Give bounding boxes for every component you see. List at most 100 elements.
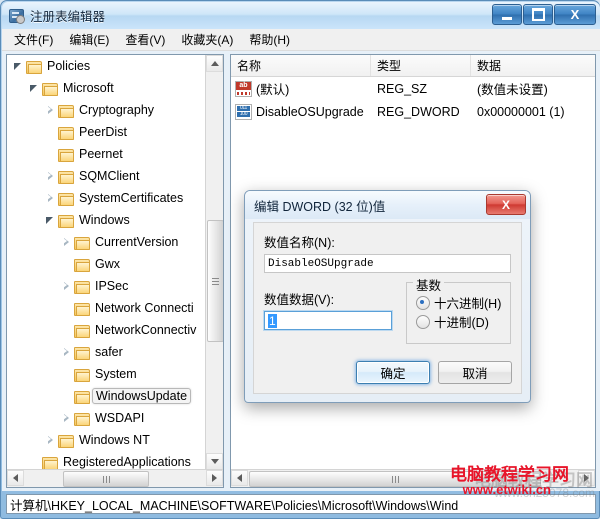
collapse-triangle-icon[interactable]: [61, 237, 72, 248]
column-header-data[interactable]: 数据: [471, 55, 595, 76]
table-row[interactable]: 011 100 DisableOSUpgrade REG_DWORD 0x0000…: [231, 100, 595, 123]
expand-triangle-icon[interactable]: [45, 215, 56, 226]
tree-horizontal-scroll-thumb[interactable]: [63, 471, 149, 487]
value-data-input[interactable]: 1: [263, 310, 393, 331]
cancel-button[interactable]: 取消: [438, 361, 512, 384]
folder-icon: [58, 148, 74, 162]
table-row[interactable]: ab (默认) REG_SZ (数值未设置): [231, 77, 595, 100]
value-type-cell: REG_DWORD: [377, 104, 460, 119]
tree-horizontal-scrollbar[interactable]: [7, 469, 223, 487]
values-scroll-left-button[interactable]: [231, 470, 248, 486]
grip-icon: [102, 475, 110, 483]
tree-item-label: Policies: [47, 59, 91, 73]
collapse-triangle-icon[interactable]: [45, 105, 56, 116]
minimize-button[interactable]: [492, 4, 522, 25]
tree-item-ipsec[interactable]: IPSec: [7, 275, 207, 297]
collapse-triangle-icon[interactable]: [45, 435, 56, 446]
tree-item-windows[interactable]: Windows: [7, 209, 207, 231]
chevron-right-icon: [212, 474, 217, 482]
values-column-headers: 名称 类型 数据: [231, 55, 595, 77]
tree-vertical-scrollbar[interactable]: [205, 55, 223, 470]
tree-item-windows-nt[interactable]: Windows NT: [7, 429, 207, 451]
radio-unselected-icon: [416, 314, 430, 329]
radio-decimal[interactable]: 十进制(D): [416, 312, 510, 331]
folder-icon: [58, 104, 74, 118]
tree-item-peerdist[interactable]: PeerDist: [7, 121, 207, 143]
values-horizontal-scrollbar[interactable]: [231, 469, 595, 487]
tree-vertical-scroll-thumb[interactable]: [207, 220, 223, 342]
registry-editor-window: 注册表编辑器 X 文件(F) 编辑(E) 查看(V) 收藏夹(A) 帮助(H) …: [0, 0, 600, 519]
tree-item-gwx[interactable]: Gwx: [7, 253, 207, 275]
radio-decimal-label: 十进制(D): [434, 316, 489, 330]
tree-item-label: Cryptography: [79, 103, 155, 117]
value-name-input[interactable]: DisableOSUpgrade: [264, 254, 511, 273]
dialog-titlebar[interactable]: 编辑 DWORD (32 位)值 X: [245, 191, 530, 219]
tree-scroll-up-button[interactable]: [206, 55, 223, 72]
tree-item-label: System: [95, 367, 137, 381]
dialog-buttons: 确定 取消: [356, 361, 512, 384]
tree-item-label: WSDAPI: [95, 411, 145, 425]
tree-scroll-down-button[interactable]: [206, 453, 223, 470]
tree-item-safer[interactable]: safer: [7, 341, 207, 363]
collapse-triangle-icon[interactable]: [61, 281, 72, 292]
collapse-triangle-icon[interactable]: [45, 171, 56, 182]
value-name-text: DisableOSUpgrade: [256, 104, 364, 119]
tree-item-label: Windows: [79, 213, 130, 227]
values-scroll-right-button[interactable]: [578, 470, 595, 486]
column-header-type[interactable]: 类型: [371, 55, 471, 76]
tree-scroll-right-button[interactable]: [206, 470, 223, 486]
tree-item-sqmclient[interactable]: SQMClient: [7, 165, 207, 187]
folder-icon: [74, 302, 90, 316]
tree-item-windowsupdate[interactable]: WindowsUpdate: [7, 385, 207, 407]
tree-item-network-connecti[interactable]: Network Connecti: [7, 297, 207, 319]
menu-file[interactable]: 文件(F): [6, 29, 61, 50]
tree-item-cryptography[interactable]: Cryptography: [7, 99, 207, 121]
dialog-close-button[interactable]: X: [486, 194, 526, 215]
registry-tree: Policies Microsoft Cryptography PeerDist Pee…: [7, 55, 207, 472]
tree-item-systemcertificates[interactable]: SystemCertificates: [7, 187, 207, 209]
registry-tree-pane[interactable]: Policies Microsoft Cryptography PeerDist Pee…: [6, 54, 224, 488]
maximize-button[interactable]: [523, 4, 553, 25]
tree-item-system[interactable]: System: [7, 363, 207, 385]
menu-help[interactable]: 帮助(H): [241, 29, 298, 50]
tree-item-currentversion[interactable]: CurrentVersion: [7, 231, 207, 253]
value-data-cell: (数值未设置): [477, 83, 548, 97]
tree-item-microsoft[interactable]: Microsoft: [7, 77, 207, 99]
value-name-label: 数值名称(N):: [264, 236, 335, 250]
value-name-cell: ab (默认): [231, 79, 371, 98]
radio-hexadecimal[interactable]: 十六进制(H): [416, 293, 510, 312]
tree-item-label: IPSec: [95, 279, 129, 293]
tree-item-label: SQMClient: [79, 169, 140, 183]
folder-icon: [74, 258, 90, 272]
tree-item-networkconnectiv[interactable]: NetworkConnectiv: [7, 319, 207, 341]
chevron-left-icon: [13, 474, 18, 482]
values-horizontal-scroll-thumb[interactable]: [249, 471, 541, 487]
collapse-triangle-icon[interactable]: [45, 193, 56, 204]
close-icon: X: [501, 197, 510, 212]
tree-item-label: safer: [95, 345, 123, 359]
menu-edit[interactable]: 编辑(E): [61, 29, 117, 50]
folder-icon: [74, 280, 90, 294]
collapse-triangle-icon[interactable]: [61, 347, 72, 358]
folder-icon: [74, 346, 90, 360]
window-titlebar[interactable]: 注册表编辑器 X: [2, 2, 600, 29]
ok-button[interactable]: 确定: [356, 361, 430, 384]
column-header-name[interactable]: 名称: [231, 55, 371, 76]
tree-scroll-left-button[interactable]: [7, 470, 24, 486]
expand-triangle-icon[interactable]: [29, 83, 40, 94]
tree-item-policies[interactable]: Policies: [7, 55, 207, 77]
tree-item-peernet[interactable]: Peernet: [7, 143, 207, 165]
expand-triangle-icon[interactable]: [13, 61, 24, 72]
menu-favorites[interactable]: 收藏夹(A): [173, 29, 241, 50]
collapse-triangle-icon[interactable]: [61, 413, 72, 424]
tree-item-label: Microsoft: [63, 81, 114, 95]
value-data-cell: 0x00000001 (1): [477, 104, 565, 119]
menu-view[interactable]: 查看(V): [117, 29, 173, 50]
tree-item-wsdapi[interactable]: WSDAPI: [7, 407, 207, 429]
close-button[interactable]: X: [554, 4, 596, 25]
tree-item-label: Network Connecti: [95, 301, 194, 315]
